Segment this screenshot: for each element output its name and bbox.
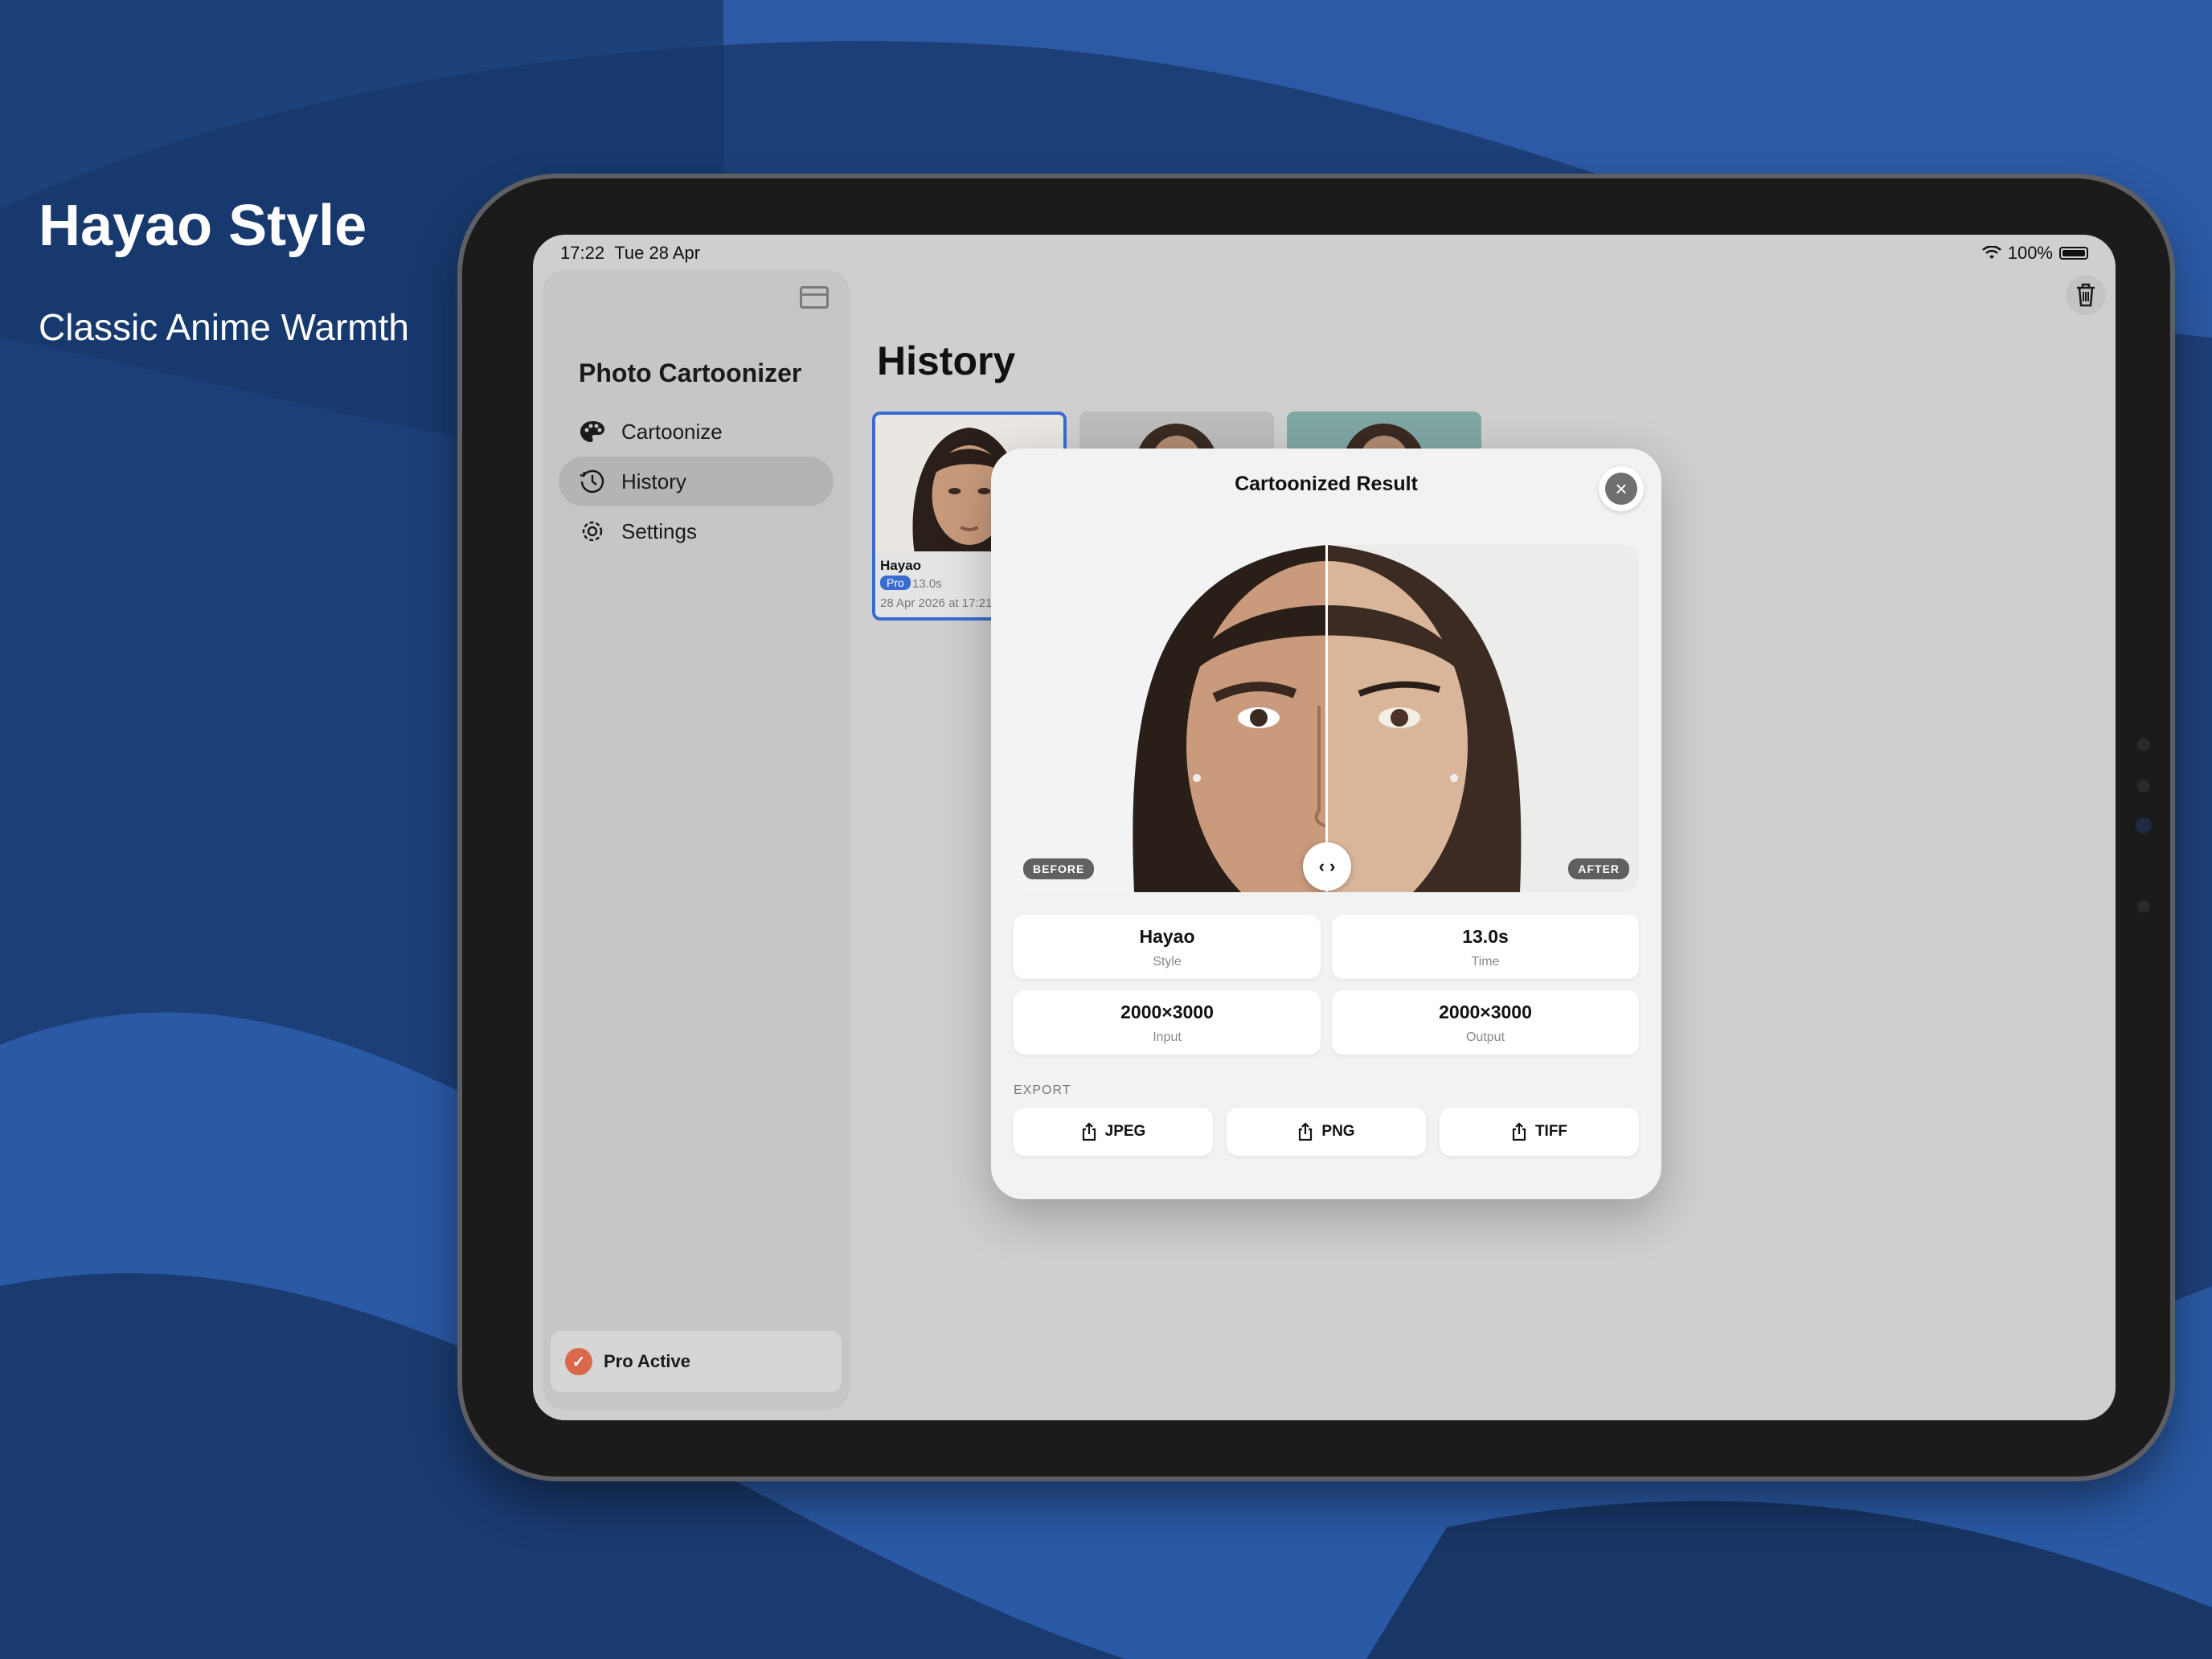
info-value: Hayao bbox=[1139, 926, 1195, 947]
info-value: 2000×3000 bbox=[1120, 1002, 1214, 1022]
export-tiff-button[interactable]: TIFF bbox=[1440, 1108, 1639, 1156]
export-heading: EXPORT bbox=[1014, 1083, 1071, 1097]
export-label: TIFF bbox=[1534, 1123, 1568, 1140]
close-button[interactable]: × bbox=[1599, 466, 1644, 511]
before-label: BEFORE bbox=[1023, 858, 1095, 879]
share-icon bbox=[1299, 1122, 1313, 1141]
clock-history-icon bbox=[578, 467, 607, 496]
sidebar-item-label: Cartoonize bbox=[621, 419, 723, 444]
close-icon: × bbox=[1605, 473, 1637, 505]
info-label: Time bbox=[1471, 955, 1500, 969]
status-time-date: 17:22 Tue 28 Apr bbox=[560, 243, 700, 264]
sensor-dot-lower bbox=[2137, 900, 2150, 913]
promo-title: Hayao Style bbox=[39, 194, 367, 258]
sidebar-item-settings[interactable]: Settings bbox=[559, 506, 834, 556]
modal-title: Cartoonized Result bbox=[1235, 473, 1418, 495]
page-title: History bbox=[877, 338, 1016, 383]
battery-percent: 100% bbox=[2007, 243, 2053, 263]
share-icon bbox=[1512, 1122, 1526, 1141]
export-png-button[interactable]: PNG bbox=[1227, 1108, 1426, 1156]
sidebar: Photo Cartoonizer Cartoonize History Set… bbox=[543, 270, 850, 1410]
result-modal: Cartoonized Result × ‹ › BEFORE AFTER Ha… bbox=[991, 449, 1661, 1199]
info-card-style: Hayao Style bbox=[1014, 915, 1321, 979]
app-screen: 17:22 Tue 28 Apr 100% Photo Cartoonizer bbox=[533, 235, 2116, 1420]
sidebar-toggle-icon[interactable] bbox=[800, 286, 829, 309]
export-label: PNG bbox=[1321, 1123, 1355, 1140]
info-value: 2000×3000 bbox=[1439, 1002, 1532, 1022]
pro-status-card[interactable]: ✓ Pro Active bbox=[551, 1331, 842, 1392]
info-label: Output bbox=[1465, 1030, 1505, 1044]
sidebar-item-label: Settings bbox=[621, 518, 697, 543]
battery-icon bbox=[2059, 247, 2088, 260]
wifi-icon bbox=[1981, 246, 2001, 259]
info-card-time: 13.0s Time bbox=[1332, 915, 1639, 979]
info-label: Style bbox=[1153, 955, 1182, 969]
after-label: AFTER bbox=[1568, 858, 1629, 879]
app-title: Photo Cartoonizer bbox=[579, 358, 802, 387]
sensor-dot bbox=[2137, 780, 2150, 793]
status-time: 17:22 bbox=[560, 243, 605, 263]
camera-dot bbox=[2137, 738, 2150, 751]
camera-lens bbox=[2136, 817, 2152, 834]
info-label: Input bbox=[1153, 1030, 1182, 1044]
info-card-output: 2000×3000 Output bbox=[1332, 990, 1639, 1055]
pro-status-label: Pro Active bbox=[604, 1351, 691, 1371]
status-indicators: 100% bbox=[1981, 243, 2088, 264]
history-style-name: Hayao bbox=[880, 558, 922, 573]
trash-icon bbox=[2077, 283, 2095, 307]
palette-icon bbox=[578, 417, 607, 446]
promo-subtitle: Classic Anime Warmth bbox=[39, 306, 409, 348]
status-date: Tue 28 Apr bbox=[614, 243, 701, 263]
info-value: 13.0s bbox=[1462, 926, 1509, 947]
compare-slider-handle[interactable]: ‹ › bbox=[1303, 842, 1351, 891]
delete-button[interactable] bbox=[2066, 275, 2106, 315]
info-card-input: 2000×3000 Input bbox=[1014, 990, 1321, 1055]
history-date: 28 Apr 2026 at 17:21 bbox=[880, 596, 993, 610]
before-after-compare[interactable]: ‹ › BEFORE AFTER bbox=[1014, 545, 1639, 892]
sidebar-item-label: History bbox=[621, 469, 686, 494]
sidebar-item-cartoonize[interactable]: Cartoonize bbox=[559, 407, 834, 457]
sidebar-item-history[interactable]: History bbox=[559, 457, 834, 506]
export-label: JPEG bbox=[1104, 1123, 1146, 1140]
export-jpeg-button[interactable]: JPEG bbox=[1014, 1108, 1213, 1156]
pro-badge: Pro bbox=[880, 576, 911, 590]
history-time: 13.0s bbox=[912, 577, 942, 591]
status-bar: 17:22 Tue 28 Apr 100% bbox=[533, 235, 2116, 270]
compare-divider[interactable] bbox=[1325, 545, 1328, 892]
checkmark-seal-icon: ✓ bbox=[565, 1348, 592, 1375]
gear-icon bbox=[578, 517, 607, 546]
share-icon bbox=[1082, 1122, 1096, 1141]
